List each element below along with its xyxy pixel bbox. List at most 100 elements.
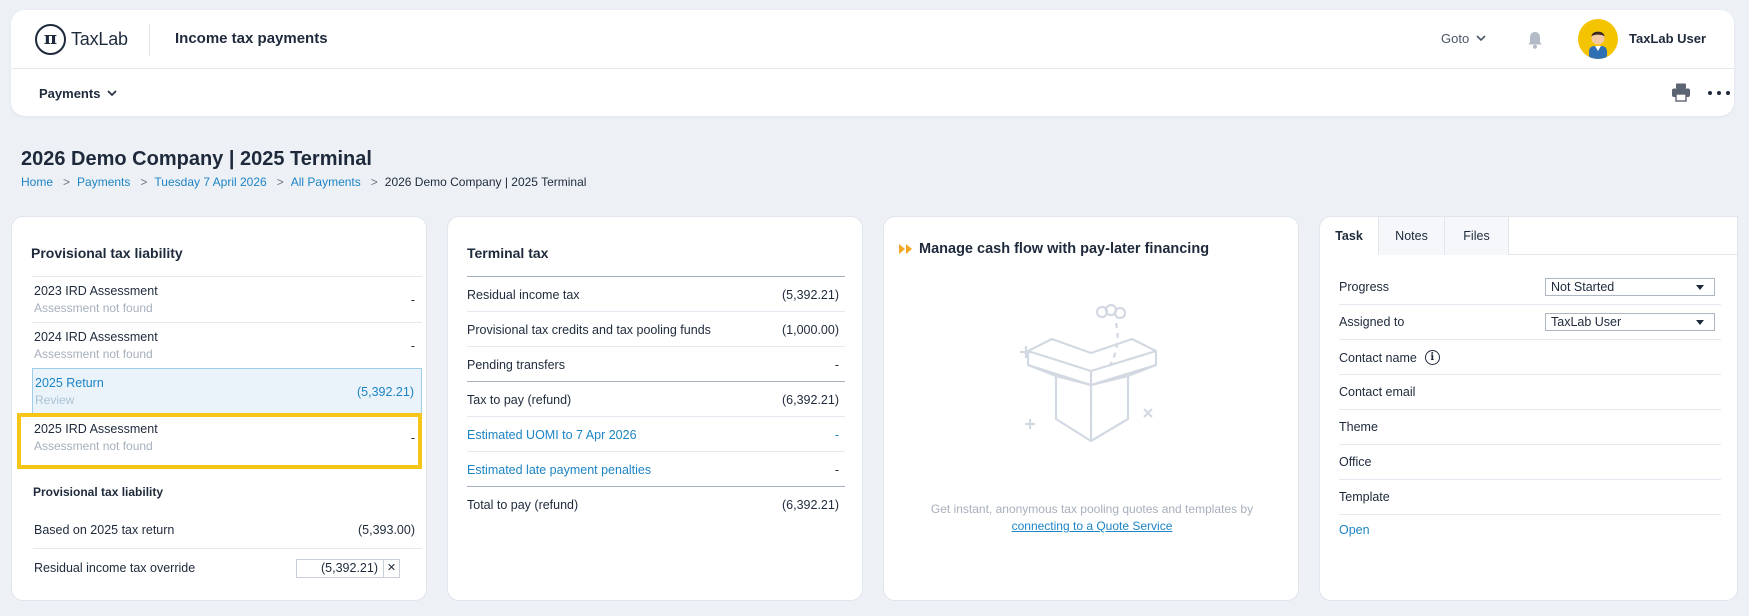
- office-row: Office: [1339, 445, 1721, 480]
- contact-name-row: Contact name i: [1339, 340, 1721, 375]
- logo-text: TaxLab: [71, 28, 128, 49]
- app-title: Income tax payments: [175, 30, 328, 47]
- field-label-with-icon: Contact name i: [1339, 350, 1440, 365]
- select-value: TaxLab User: [1551, 315, 1622, 329]
- field-label: Contact name: [1339, 350, 1417, 365]
- breadcrumb-current: 2026 Demo Company | 2025 Terminal: [384, 175, 587, 189]
- override-input[interactable]: (5,392.21): [296, 559, 383, 578]
- row-value: (1,000.00): [782, 323, 839, 337]
- open-link[interactable]: Open: [1339, 523, 1370, 537]
- card-title: Terminal tax: [467, 245, 549, 261]
- terminal-tax-table: Residual income tax (5,392.21) Provision…: [467, 276, 845, 521]
- field-label: Theme: [1339, 420, 1378, 434]
- bell-icon[interactable]: [1524, 29, 1546, 51]
- assigned-to-row: Assigned to TaxLab User: [1339, 305, 1721, 340]
- payments-menu[interactable]: Payments: [39, 86, 117, 101]
- field-label: Assigned to: [1339, 315, 1405, 329]
- row-label: Residual income tax: [467, 288, 580, 302]
- progress-select[interactable]: Not Started: [1545, 278, 1715, 296]
- section-heading: Provisional tax liability: [33, 485, 164, 499]
- contact-email-row: Contact email: [1339, 375, 1721, 410]
- breadcrumb-separator: >: [140, 175, 148, 189]
- breadcrumb-payments[interactable]: Payments: [77, 175, 130, 189]
- item-title: 2025 Return: [35, 376, 104, 390]
- cash-flow-description: Get instant, anonymous tax pooling quote…: [904, 501, 1280, 535]
- dropdown-caret-icon: [1696, 320, 1704, 325]
- task-panel-tabs: Task Notes Files: [1320, 217, 1737, 255]
- list-item-selected[interactable]: 2025 Return Review (5,392.21): [32, 368, 422, 414]
- open-box-icon: [1020, 303, 1158, 443]
- dropdown-caret-icon: [1696, 285, 1704, 290]
- row-label: Tax to pay (refund): [467, 393, 572, 407]
- item-status: Review: [35, 393, 75, 407]
- item-value: -: [410, 293, 415, 307]
- table-row: Total to pay (refund) (6,392.21): [467, 486, 845, 521]
- provisional-tax-card: Provisional tax liability 2023 IRD Asses…: [11, 216, 427, 601]
- page-title: 2026 Demo Company | 2025 Terminal: [21, 148, 372, 170]
- terminal-tax-card: Terminal tax Residual income tax (5,392.…: [447, 216, 863, 601]
- tab-notes[interactable]: Notes: [1379, 217, 1445, 255]
- breadcrumb-separator: >: [370, 175, 378, 189]
- task-fields: Progress Not Started Assigned to TaxLab …: [1339, 270, 1721, 515]
- row-value: (6,392.21): [782, 498, 839, 512]
- printer-icon[interactable]: [1670, 81, 1692, 103]
- clear-icon[interactable]: ✕: [383, 559, 400, 578]
- row-label: Residual income tax override: [34, 561, 196, 575]
- assigned-to-select[interactable]: TaxLab User: [1545, 313, 1715, 331]
- cash-flow-title-text: Manage cash flow with pay-later financin…: [919, 241, 1210, 257]
- row-value: (5,392.21): [782, 288, 839, 302]
- item-title: 2024 IRD Assessment: [34, 330, 158, 344]
- user-name[interactable]: TaxLab User: [1629, 31, 1706, 46]
- chevron-down-icon: [107, 90, 117, 97]
- payments-menu-label: Payments: [39, 86, 101, 101]
- item-title: 2023 IRD Assessment: [34, 284, 158, 298]
- card-title: Provisional tax liability: [31, 245, 183, 261]
- item-value: -: [410, 431, 415, 445]
- row-label: Provisional tax credits and tax pooling …: [467, 323, 711, 337]
- info-icon[interactable]: i: [1424, 350, 1440, 365]
- item-status: Assessment not found: [34, 301, 153, 315]
- table-row-link[interactable]: Estimated UOMI to 7 Apr 2026 -: [467, 416, 845, 451]
- goto-dropdown[interactable]: Goto: [1441, 31, 1486, 46]
- field-label: Template: [1339, 490, 1390, 504]
- quote-service-link[interactable]: connecting to a Quote Service: [1012, 519, 1173, 533]
- item-value: -: [410, 339, 415, 353]
- assessment-list: 2023 IRD Assessment Assessment not found…: [32, 276, 422, 460]
- more-icon[interactable]: [1708, 89, 1730, 97]
- cash-flow-card: Manage cash flow with pay-later financin…: [883, 216, 1299, 601]
- progress-row: Progress Not Started: [1339, 270, 1721, 305]
- tab-files[interactable]: Files: [1445, 217, 1509, 255]
- row-value: -: [834, 358, 839, 372]
- based-on-row: Based on 2025 tax return (5,393.00): [33, 513, 422, 549]
- goto-label: Goto: [1441, 31, 1470, 46]
- row-label: Estimated late payment penalties: [467, 463, 652, 477]
- avatar[interactable]: [1578, 19, 1618, 59]
- logo-pi-icon: π: [35, 23, 66, 55]
- task-panel: Task Notes Files Progress Not Started As…: [1319, 216, 1738, 601]
- header-row: π TaxLab Income tax payments Goto TaxLab…: [11, 10, 1734, 69]
- list-item[interactable]: 2023 IRD Assessment Assessment not found…: [32, 276, 422, 322]
- field-label: Contact email: [1339, 385, 1416, 399]
- field-label: Office: [1339, 455, 1372, 469]
- header-divider: [149, 24, 150, 56]
- breadcrumb-date[interactable]: Tuesday 7 April 2026: [154, 175, 266, 189]
- breadcrumb-all-payments[interactable]: All Payments: [291, 175, 361, 189]
- breadcrumb-separator: >: [276, 175, 284, 189]
- table-row-link[interactable]: Estimated late payment penalties -: [467, 451, 845, 486]
- breadcrumb-home[interactable]: Home: [21, 175, 53, 189]
- tab-task[interactable]: Task: [1320, 217, 1379, 255]
- list-item[interactable]: 2025 IRD Assessment Assessment not found…: [32, 414, 422, 460]
- row-value: -: [834, 428, 839, 442]
- chevron-down-icon: [1476, 35, 1486, 42]
- user-avatar-icon: [1589, 31, 1607, 59]
- taxlab-logo[interactable]: π TaxLab: [35, 23, 128, 55]
- double-arrow-icon: [899, 244, 912, 254]
- list-item[interactable]: 2024 IRD Assessment Assessment not found…: [32, 322, 422, 368]
- item-status: Assessment not found: [34, 439, 153, 453]
- item-value: (5,392.21): [357, 385, 414, 399]
- row-label: Total to pay (refund): [467, 498, 579, 512]
- theme-row: Theme: [1339, 410, 1721, 445]
- table-row: Pending transfers -: [467, 346, 845, 381]
- table-row: Residual income tax (5,392.21): [467, 276, 845, 311]
- item-status: Assessment not found: [34, 347, 153, 361]
